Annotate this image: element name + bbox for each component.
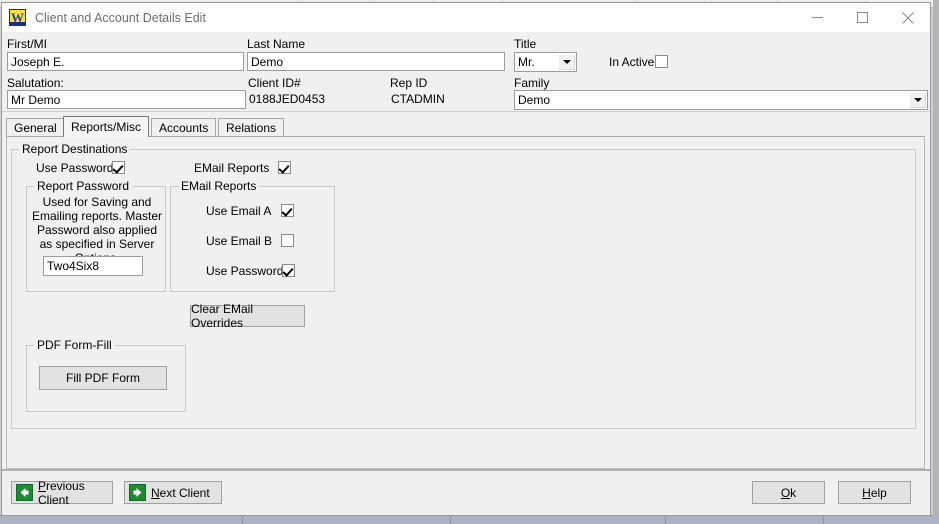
report-password-help: Used for Saving and Emailing reports. Ma… [30,195,164,265]
previous-client-button[interactable]: Previous Client [11,481,113,504]
use-password-checkbox[interactable] [112,161,125,174]
previous-client-accel: P [38,479,46,493]
help-rest: elp [871,486,887,500]
use-password-label: Use Password [36,161,113,175]
tab-accounts[interactable]: Accounts [151,118,216,136]
ok-button[interactable]: Ok [752,481,825,504]
tab-relations[interactable]: Relations [218,118,284,136]
family-label: Family [514,76,549,90]
title-label: Title [514,37,536,51]
help-button[interactable]: Help [838,481,911,504]
email-reports-group-title: EMail Reports [178,179,259,193]
pdf-form-fill-group: PDF Form-Fill Fill PDF Form [26,345,186,412]
salutation-label: Salutation: [7,76,64,90]
background-window-right [933,0,939,524]
previous-client-label: Previous Client [38,479,112,507]
report-destinations-group: Report Destinations Use Password EMail R… [11,149,916,429]
help-accel: H [862,486,871,500]
fill-pdf-form-button[interactable]: Fill PDF Form [39,366,167,390]
in-active-checkbox[interactable] [655,55,668,68]
use-password-email-checkbox[interactable] [282,264,295,277]
email-reports-checkbox[interactable] [278,161,291,174]
use-email-a-label: Use Email A [206,204,271,218]
email-reports-label: EMail Reports [194,161,269,175]
use-password-email-label: Use Password [206,264,283,278]
report-destinations-title: Report Destinations [19,142,130,156]
screen: W Client and Account Details Edit First/… [0,0,939,524]
first-mi-input[interactable]: Joseph E. [7,52,244,71]
last-name-input[interactable]: Demo [247,52,505,71]
chevron-down-icon[interactable] [909,92,926,108]
use-email-a-checkbox[interactable] [281,204,294,217]
close-icon[interactable] [885,3,930,32]
window-title: Client and Account Details Edit [35,11,206,25]
use-email-b-checkbox[interactable] [281,234,294,247]
client-details-dialog: W Client and Account Details Edit First/… [1,2,931,516]
app-icon: W [9,9,26,26]
header-form: First/MI Joseph E. Salutation: Mr Demo L… [2,32,930,112]
email-reports-group: EMail Reports Use Email A Use Email B Us… [170,186,335,292]
ok-rest: k [790,486,796,500]
client-id-value: 0188JED0453 [249,92,325,106]
report-password-title: Report Password [34,179,132,193]
arrow-right-icon [129,484,146,501]
arrow-left-icon [16,484,33,501]
reports-misc-panel: Report Destinations Use Password EMail R… [6,136,925,469]
maximize-icon[interactable] [840,3,885,32]
tab-reports-misc[interactable]: Reports/Misc [63,116,149,137]
window-controls [795,3,930,32]
title-dropdown[interactable]: Mr. [514,52,577,72]
minimize-icon[interactable] [795,3,840,32]
client-id-label: Client ID# [248,76,301,90]
dialog-footer: Previous Client Next Client Ok Help [2,469,930,515]
last-name-label: Last Name [247,37,305,51]
salutation-input[interactable]: Mr Demo [7,90,246,109]
help-label: Help [862,486,887,500]
family-dropdown-value: Demo [518,93,550,107]
title-dropdown-value: Mr. [518,55,535,69]
next-client-button[interactable]: Next Client [124,481,222,504]
pdf-form-fill-title: PDF Form-Fill [34,338,115,352]
clear-email-overrides-button[interactable]: Clear EMail Overrides [190,305,305,327]
in-active-label: In Active [609,55,654,69]
tab-strip: General Reports/Misc Accounts Relations [6,116,930,136]
report-password-group: Report Password Used for Saving and Emai… [26,186,166,292]
tab-general[interactable]: General [6,118,65,136]
family-dropdown[interactable]: Demo [514,90,928,110]
first-mi-label: First/MI [7,37,47,51]
report-password-input[interactable]: Two4Six8 [43,256,143,276]
title-bar: W Client and Account Details Edit [2,3,930,32]
ok-accel: O [781,486,790,500]
rep-id-value: CTADMIN [391,92,445,106]
use-email-b-label: Use Email B [206,234,272,248]
next-client-label: Next Client [151,486,210,500]
rep-id-label: Rep ID [390,76,427,90]
next-client-rest: ext Client [160,486,210,500]
ok-label: Ok [781,486,796,500]
chevron-down-icon[interactable] [558,54,575,70]
next-client-accel: N [151,486,160,500]
